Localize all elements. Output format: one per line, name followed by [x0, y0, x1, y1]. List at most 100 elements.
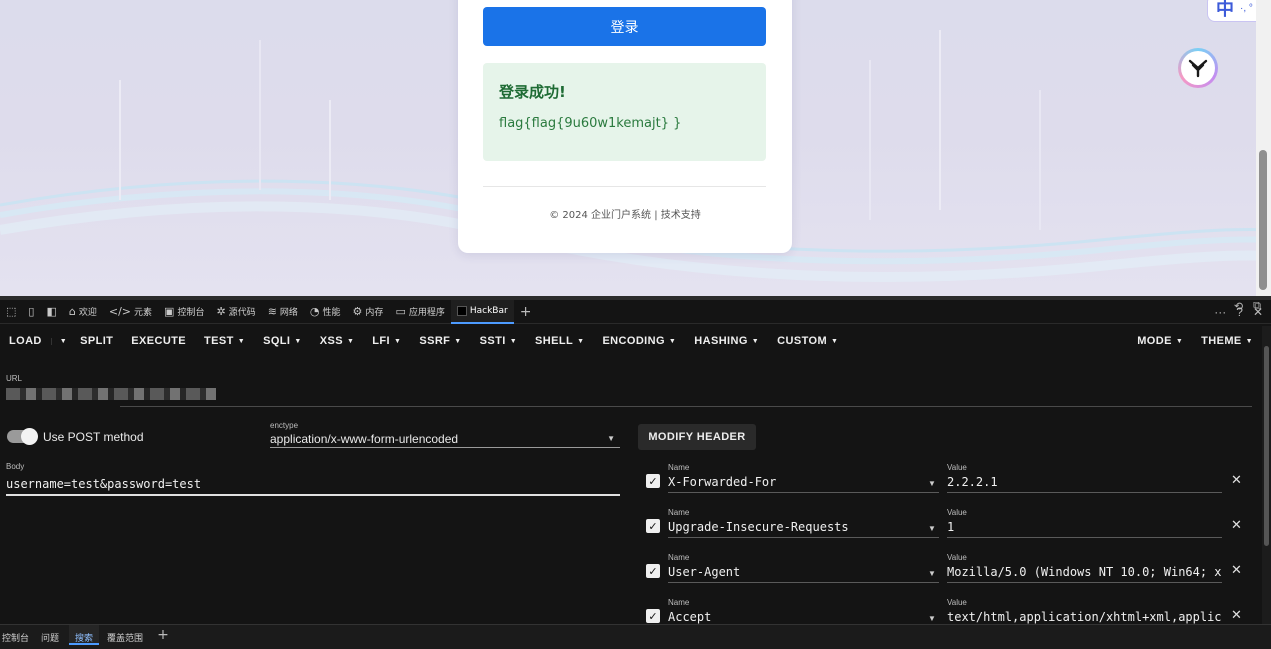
menu-load[interactable]: LOAD [0, 335, 51, 347]
header-enabled-checkbox[interactable]: ✓ [646, 609, 660, 623]
header-value-input[interactable]: 1 [947, 520, 1222, 538]
chevron-down-icon[interactable]: ▼ [928, 614, 936, 623]
inspect-element-icon[interactable]: ⬚ [0, 300, 22, 324]
tab-label: HackBar [469, 305, 508, 316]
console-icon: ▣ [164, 305, 175, 318]
add-tab-button[interactable]: + [514, 300, 538, 324]
menu-split[interactable]: SPLIT [71, 335, 122, 347]
drawer-tab-console[interactable]: 控制台 [0, 625, 33, 645]
tab-performance[interactable]: ◔ 性能 [304, 300, 347, 324]
chevron-down-icon: ▼ [1175, 337, 1184, 345]
tab-console[interactable]: ▣ 控制台 [158, 300, 210, 324]
drawer-tab-coverage[interactable]: 覆盖范围 [105, 625, 147, 645]
enctype-label: enctype [270, 421, 299, 430]
chevron-down-icon: ▼ [294, 337, 302, 345]
remove-header-icon[interactable]: ✕ [1231, 562, 1242, 578]
headers-list: ✓ Name X-Forwarded-For ▼ Value 2.2.2.1 ✕… [640, 458, 1250, 624]
tab-sources[interactable]: ✲ 源代码 [210, 300, 261, 324]
login-success-alert: 登录成功! flag{flag{9u60w1kemajt} } [483, 63, 766, 161]
login-button[interactable]: 登录 [483, 7, 766, 46]
menu-custom[interactable]: CUSTOM ▼ [768, 335, 847, 347]
remove-header-icon[interactable]: ✕ [1231, 517, 1242, 533]
header-name-label: Name [668, 463, 690, 472]
tab-label: 源代码 [228, 308, 256, 318]
chevron-down-icon: ▼ [237, 337, 246, 345]
tab-welcome[interactable]: ⌂ 欢迎 [63, 300, 103, 324]
menu-mode[interactable]: MODE ▼ [1128, 335, 1192, 347]
flag-text: flag{flag{9u60w1kemajt} } [499, 116, 682, 131]
drawer-tab-issues[interactable]: 问题 [39, 625, 63, 645]
chevron-down-icon[interactable]: ▼ [928, 569, 936, 578]
dock-side-icon[interactable]: ◧ [40, 300, 62, 324]
tab-memory[interactable]: ⚙ 内存 [347, 300, 390, 324]
chevron-down-icon: ▼ [751, 337, 760, 345]
menu-shell[interactable]: SHELL ▼ [526, 335, 593, 347]
tab-label: 性能 [322, 308, 341, 318]
web-page-viewport: 登录 登录成功! flag{flag{9u60w1kemajt} } © 202… [0, 0, 1271, 296]
chevron-down-icon: ▼ [346, 337, 355, 345]
drawer-add-tab-button[interactable]: + [153, 625, 175, 643]
page-scrollbar-thumb[interactable] [1259, 150, 1267, 290]
chevron-down-icon: ▼ [577, 337, 585, 345]
menu-test[interactable]: TEST ▼ [195, 335, 254, 347]
drawer-tab-search[interactable]: 搜索 [69, 625, 100, 645]
header-value-input[interactable]: 2.2.2.1 [947, 475, 1222, 493]
memory-icon: ⚙ [352, 305, 363, 318]
hackbar-scrollbar-thumb[interactable] [1264, 346, 1269, 546]
hackbar-scrollbar[interactable] [1262, 326, 1271, 626]
header-value-input[interactable]: Mozilla/5.0 (Windows NT 10.0; Win64; x64… [947, 565, 1222, 583]
tab-elements[interactable]: </> 元素 [103, 300, 158, 324]
header-row: ✓ Name X-Forwarded-For ▼ Value 2.2.2.1 ✕ [640, 458, 1250, 503]
header-enabled-checkbox[interactable]: ✓ [646, 474, 660, 488]
modify-header-button[interactable]: MODIFY HEADER [638, 424, 756, 450]
menu-load-dropdown[interactable]: ▼ [50, 337, 71, 345]
menu-xss[interactable]: XSS ▼ [311, 335, 364, 347]
tab-label: 内存 [365, 308, 384, 318]
menu-ssti[interactable]: SSTI ▼ [471, 335, 526, 347]
post-method-label: Use POST method [43, 430, 144, 444]
device-toolbar-icon[interactable]: ▯ [22, 300, 40, 324]
menu-lfi[interactable]: LFI ▼ [363, 335, 410, 347]
post-method-toggle[interactable] [7, 428, 38, 445]
home-icon: ⌂ [68, 305, 76, 318]
header-value-input[interactable]: text/html,application/xhtml+xml,applicat… [947, 610, 1222, 624]
header-enabled-checkbox[interactable]: ✓ [646, 564, 660, 578]
menu-theme[interactable]: THEME ▼ [1192, 335, 1262, 347]
enctype-select[interactable]: application/x-www-form-urlencoded ▼ [270, 432, 620, 448]
menu-ssrf[interactable]: SSRF ▼ [410, 335, 470, 347]
tab-application[interactable]: ▭ 应用程序 [389, 300, 450, 324]
menu-execute[interactable]: EXECUTE [122, 335, 195, 347]
devtools-tabbar: ⬚ ▯ ◧ ⌂ 欢迎 </> 元素 ▣ 控制台 ✲ 源代码 ≋ 网络 ◔ 性能 ⚙ 内存 ▭ 应… [0, 299, 1271, 324]
menu-hashing[interactable]: HASHING ▼ [685, 335, 768, 347]
url-label: URL [6, 374, 23, 383]
dock-drawer-icon[interactable]: ⧉ [1253, 300, 1261, 313]
remove-header-icon[interactable]: ✕ [1231, 472, 1242, 488]
application-icon: ▭ [395, 305, 406, 318]
header-enabled-checkbox[interactable]: ✓ [646, 519, 660, 533]
more-options-icon[interactable]: ··· [1214, 305, 1226, 319]
tab-label: 控制台 [177, 308, 205, 318]
refresh-icon[interactable]: ⟲ [1234, 300, 1243, 313]
header-name-input[interactable]: User-Agent [668, 565, 939, 583]
chevron-down-icon[interactable]: ▼ [928, 524, 936, 533]
devtools-panel: ⬚ ▯ ◧ ⌂ 欢迎 </> 元素 ▣ 控制台 ✲ 源代码 ≋ 网络 ◔ 性能 ⚙ 内存 ▭ 应… [0, 296, 1271, 649]
header-name-input[interactable]: X-Forwarded-For [668, 475, 939, 493]
url-input[interactable] [6, 388, 216, 400]
hackbar-icon [456, 305, 467, 316]
devtools-drawer-tabbar: 控制台 问题 搜索 覆盖范围 + [0, 624, 1271, 649]
menu-sqli[interactable]: SQLI ▼ [254, 335, 311, 347]
assistant-logo-icon[interactable] [1178, 48, 1218, 88]
header-row: ✓ Name Accept ▼ Value text/html,applicat… [640, 593, 1250, 624]
chevron-down-icon[interactable]: ▼ [928, 479, 936, 488]
header-name-input[interactable]: Upgrade-Insecure-Requests [668, 520, 939, 538]
menu-encoding[interactable]: ENCODING ▼ [593, 335, 685, 347]
page-scrollbar[interactable] [1256, 0, 1271, 296]
hackbar-menubar: LOAD ▼ SPLIT EXECUTE TEST ▼ SQLI ▼ XSS ▼ LF… [0, 326, 1262, 356]
remove-header-icon[interactable]: ✕ [1231, 607, 1242, 623]
login-card: 登录 登录成功! flag{flag{9u60w1kemajt} } © 202… [458, 0, 792, 253]
card-divider [483, 186, 766, 187]
header-name-input[interactable]: Accept [668, 610, 939, 624]
body-input[interactable]: username=test&password=test [6, 477, 620, 496]
tab-hackbar[interactable]: HackBar [450, 299, 514, 324]
tab-network[interactable]: ≋ 网络 [262, 300, 304, 324]
